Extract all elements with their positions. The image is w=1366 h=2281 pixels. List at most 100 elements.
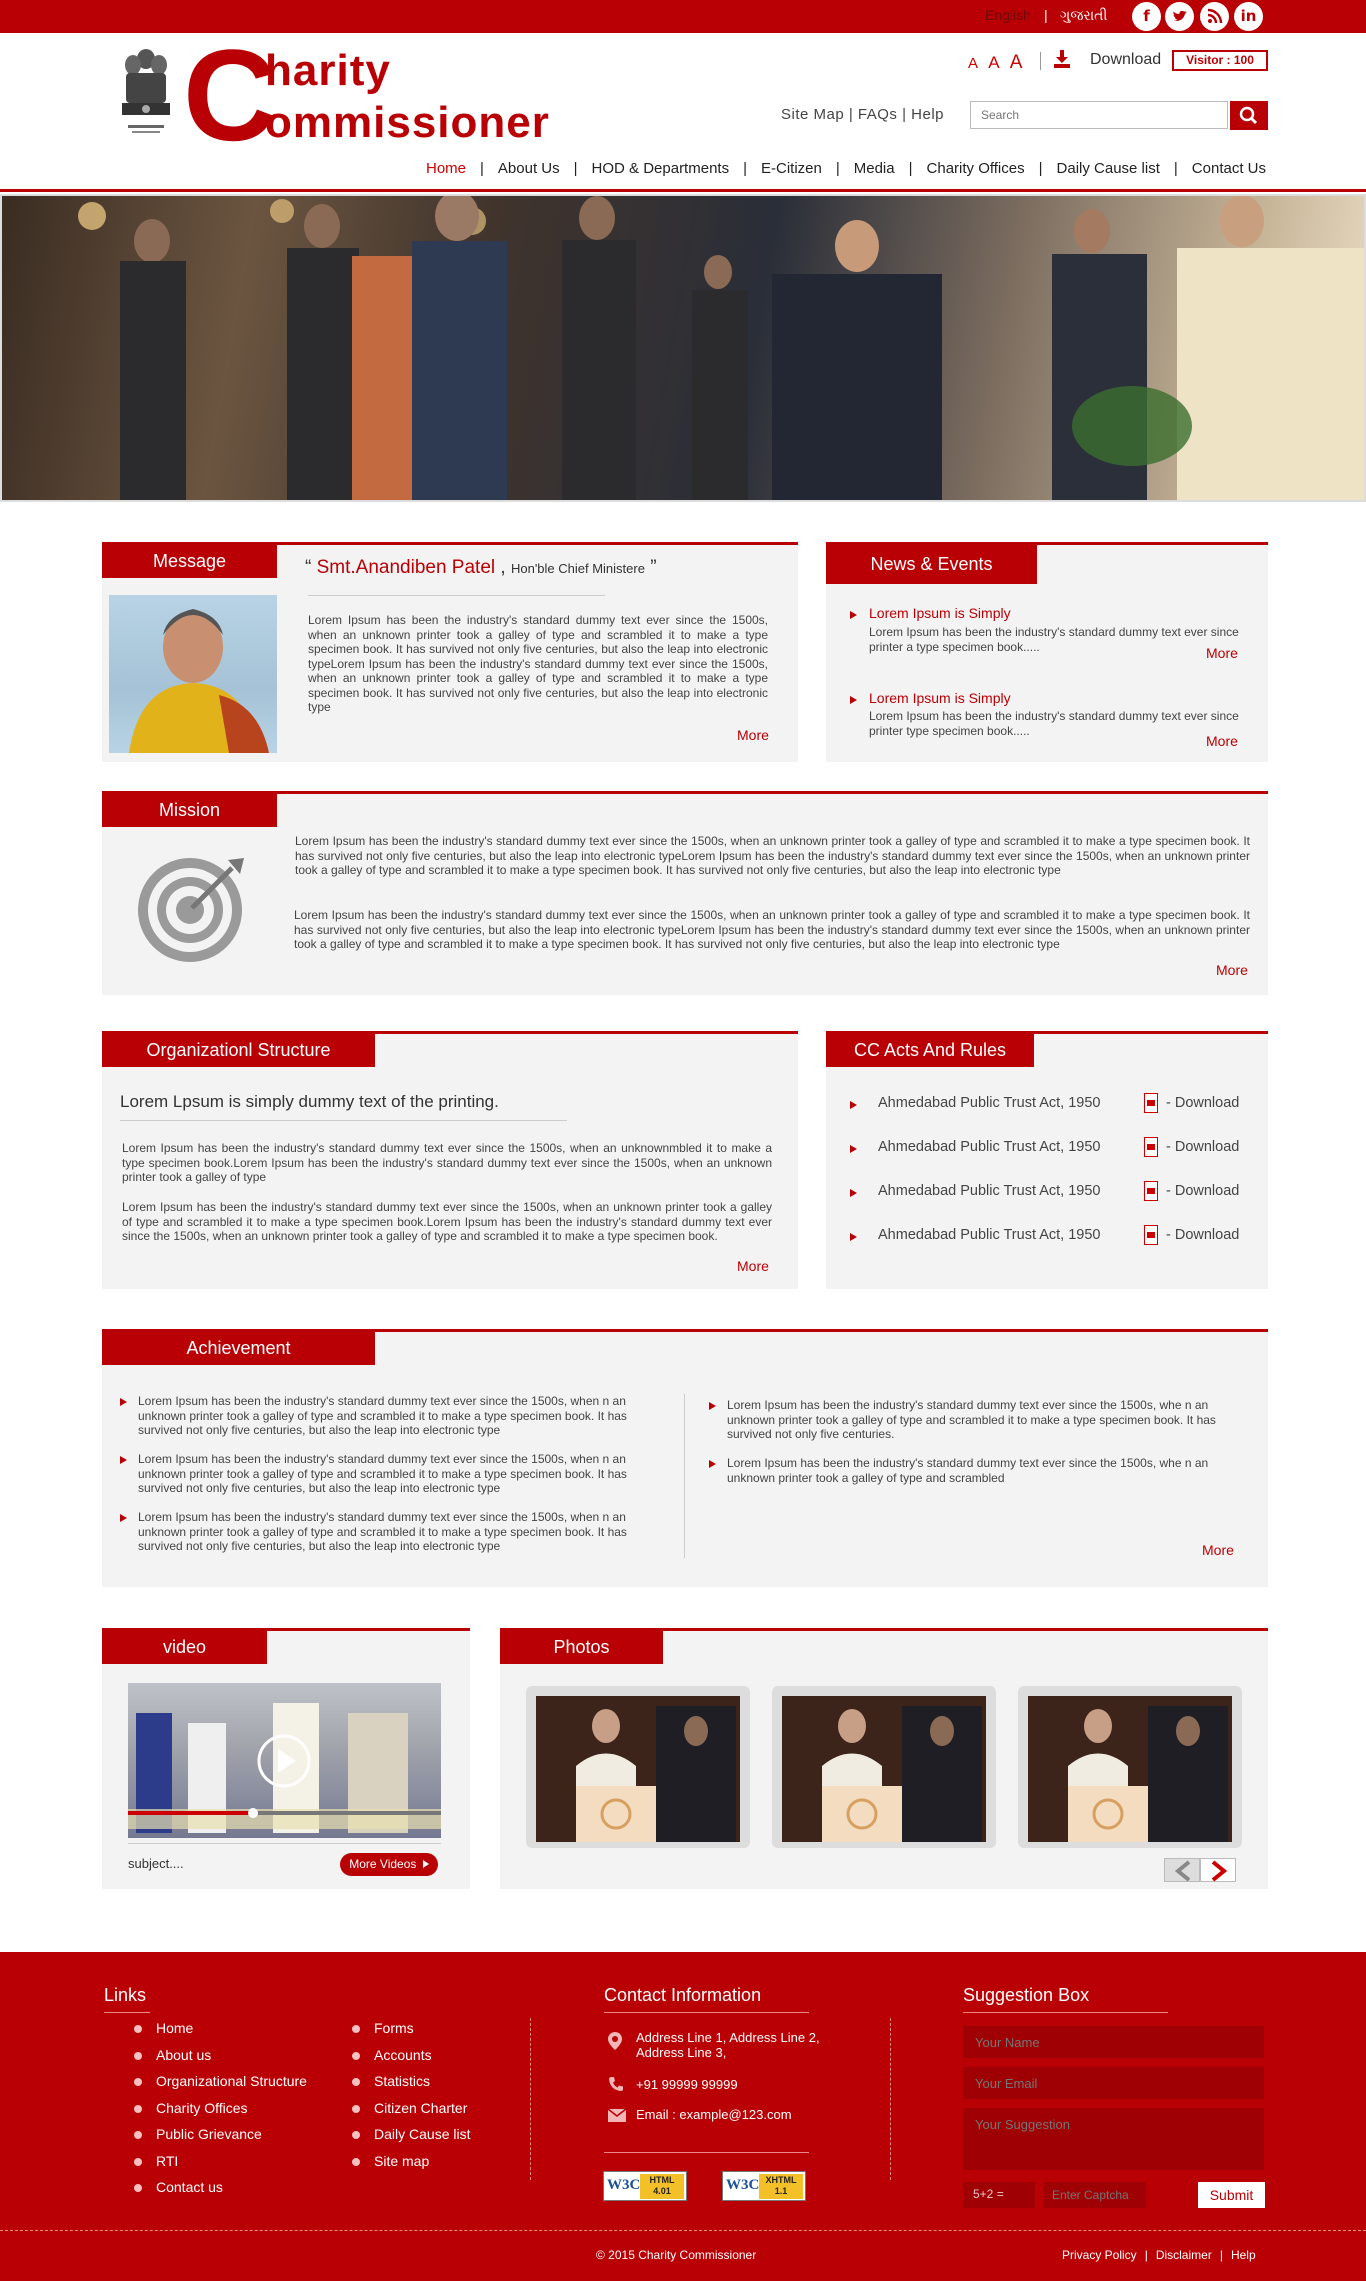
footer-bottom-link[interactable]: Disclaimer — [1156, 2248, 1212, 2262]
bullet-icon — [850, 1101, 857, 1109]
suggestion-email-input[interactable] — [963, 2067, 1264, 2099]
footer-link[interactable]: Site map — [374, 2153, 429, 2169]
pdf-icon[interactable] — [1144, 1225, 1158, 1245]
logo-letter: C — [183, 22, 277, 168]
footer-link[interactable]: Charity Offices — [156, 2100, 248, 2116]
act-download-link[interactable]: - Download — [1166, 1095, 1239, 1111]
twitter-icon[interactable] — [1165, 2, 1194, 31]
top-links[interactable]: Site Map | FAQs | Help — [781, 106, 944, 123]
footer-link[interactable]: About us — [156, 2047, 211, 2063]
pdf-icon[interactable] — [1144, 1093, 1158, 1113]
bullet-icon — [709, 1460, 716, 1468]
captcha-question: 5+2 = — [963, 2182, 1035, 2208]
w3c-badge[interactable]: W3C HTML 4.01 — [603, 2171, 687, 2201]
footer-bottom-link[interactable]: Help — [1231, 2248, 1256, 2262]
news-more-link[interactable]: More — [1206, 733, 1238, 749]
nav-item-e-citizen[interactable]: E-Citizen — [761, 160, 822, 177]
visitor-counter: Visitor : 100 — [1172, 50, 1268, 71]
footer-link[interactable]: Daily Cause list — [374, 2126, 470, 2142]
footer-link[interactable]: Accounts — [374, 2047, 432, 2063]
divider — [120, 1120, 567, 1121]
mission-more-link[interactable]: More — [1216, 962, 1248, 978]
act-download-link[interactable]: - Download — [1166, 1139, 1239, 1155]
nav-item-about-us[interactable]: About Us — [498, 160, 560, 177]
news-title[interactable]: Lorem Ipsum is Simply — [869, 690, 1011, 706]
download-icon[interactable] — [1054, 50, 1070, 68]
next-arrow-button[interactable] — [1200, 1858, 1236, 1882]
nav-separator: | — [480, 160, 484, 177]
nav-item-hod-departments[interactable]: HOD & Departments — [592, 160, 730, 177]
footer-link[interactable]: RTI — [156, 2153, 178, 2169]
suggestion-name-input[interactable] — [963, 2026, 1264, 2058]
footer-bullet — [352, 2104, 360, 2113]
footer-link[interactable]: Contact us — [156, 2179, 223, 2195]
lang-gujarati-link[interactable]: ગુજરાતી — [1060, 7, 1107, 24]
act-download-link[interactable]: - Download — [1166, 1227, 1239, 1243]
linkedin-icon[interactable]: in — [1234, 2, 1263, 31]
mission-text-1: Lorem Ipsum has been the industry's stan… — [295, 834, 1250, 877]
photo-thumbnail[interactable] — [1018, 1686, 1242, 1848]
achievement-more-link[interactable]: More — [1202, 1542, 1234, 1558]
footer-link[interactable]: Citizen Charter — [374, 2100, 467, 2116]
act-download-link[interactable]: - Download — [1166, 1183, 1239, 1199]
font-large-button[interactable]: A — [1010, 52, 1023, 73]
nav-item-daily-cause-list[interactable]: Daily Cause list — [1057, 160, 1160, 177]
footer-link[interactable]: Organizational Structure — [156, 2073, 307, 2089]
acts-tab: CC Acts And Rules — [826, 1033, 1034, 1067]
logo-line-1: harity — [265, 46, 391, 95]
footer-separator: | — [1219, 2248, 1223, 2262]
download-link[interactable]: Download — [1090, 51, 1161, 69]
footer-link[interactable]: Public Grievance — [156, 2126, 262, 2142]
suggestion-text-input[interactable] — [963, 2108, 1264, 2170]
nav-item-contact-us[interactable]: Contact Us — [1192, 160, 1266, 177]
footer-divider — [530, 2018, 531, 2180]
chevron-left-icon — [1174, 1860, 1191, 1882]
photo-thumbnail[interactable] — [772, 1686, 996, 1848]
org-text-2: Lorem Ipsum has been the industry's stan… — [122, 1200, 772, 1243]
font-small-button[interactable]: A — [968, 55, 978, 72]
video-progress-bar[interactable] — [128, 1808, 441, 1818]
captcha-input[interactable] — [1044, 2182, 1146, 2208]
play-icon[interactable] — [256, 1733, 312, 1789]
w3c-badge[interactable]: W3C XHTML 1.1 — [722, 2171, 806, 2201]
more-videos-button[interactable]: More Videos — [340, 1853, 438, 1876]
nav-separator: | — [1173, 160, 1178, 177]
font-medium-button[interactable]: A — [988, 53, 999, 72]
nav-item-home[interactable]: Home — [426, 160, 466, 177]
photo-thumbnail[interactable] — [526, 1686, 750, 1848]
footer-bullet — [352, 2157, 360, 2166]
org-tab: Organizationl Structure — [102, 1033, 375, 1067]
org-more-link[interactable]: More — [737, 1258, 769, 1274]
email-address[interactable]: Email : example@123.com — [636, 2107, 792, 2122]
video-progress-fill — [128, 1811, 254, 1815]
video-player[interactable] — [128, 1683, 441, 1838]
news-title[interactable]: Lorem Ipsum is Simply — [869, 605, 1011, 621]
facebook-icon[interactable]: f — [1132, 2, 1161, 31]
rss-icon[interactable] — [1200, 2, 1229, 31]
pdf-icon[interactable] — [1144, 1137, 1158, 1157]
prev-arrow-button[interactable] — [1164, 1858, 1200, 1882]
search-input[interactable] — [970, 101, 1228, 129]
bullet-icon — [850, 611, 857, 619]
footer-link[interactable]: Home — [156, 2020, 193, 2036]
phone-number[interactable]: +91 99999 99999 — [636, 2077, 738, 2092]
footer-link[interactable]: Statistics — [374, 2073, 430, 2089]
footer-bullet — [134, 2157, 142, 2166]
submit-button[interactable]: Submit — [1198, 2182, 1265, 2208]
search-button[interactable] — [1230, 101, 1268, 130]
phone-icon — [609, 2077, 623, 2091]
footer-bottom-link[interactable]: Privacy Policy — [1062, 2248, 1137, 2262]
minister-role: Hon'ble Chief Ministere — [510, 561, 645, 576]
footer-bullet — [134, 2051, 142, 2060]
pdf-icon[interactable] — [1144, 1181, 1158, 1201]
hero-banner — [0, 194, 1366, 502]
nav-item-media[interactable]: Media — [854, 160, 895, 177]
divider — [604, 2152, 809, 2153]
bullet-icon — [850, 696, 857, 704]
nav-item-charity-offices[interactable]: Charity Offices — [927, 160, 1025, 177]
news-more-link[interactable]: More — [1206, 645, 1238, 661]
message-more-link[interactable]: More — [737, 727, 769, 743]
comma: , — [500, 557, 506, 578]
lang-english-link[interactable]: English — [985, 7, 1031, 23]
footer-link[interactable]: Forms — [374, 2020, 414, 2036]
